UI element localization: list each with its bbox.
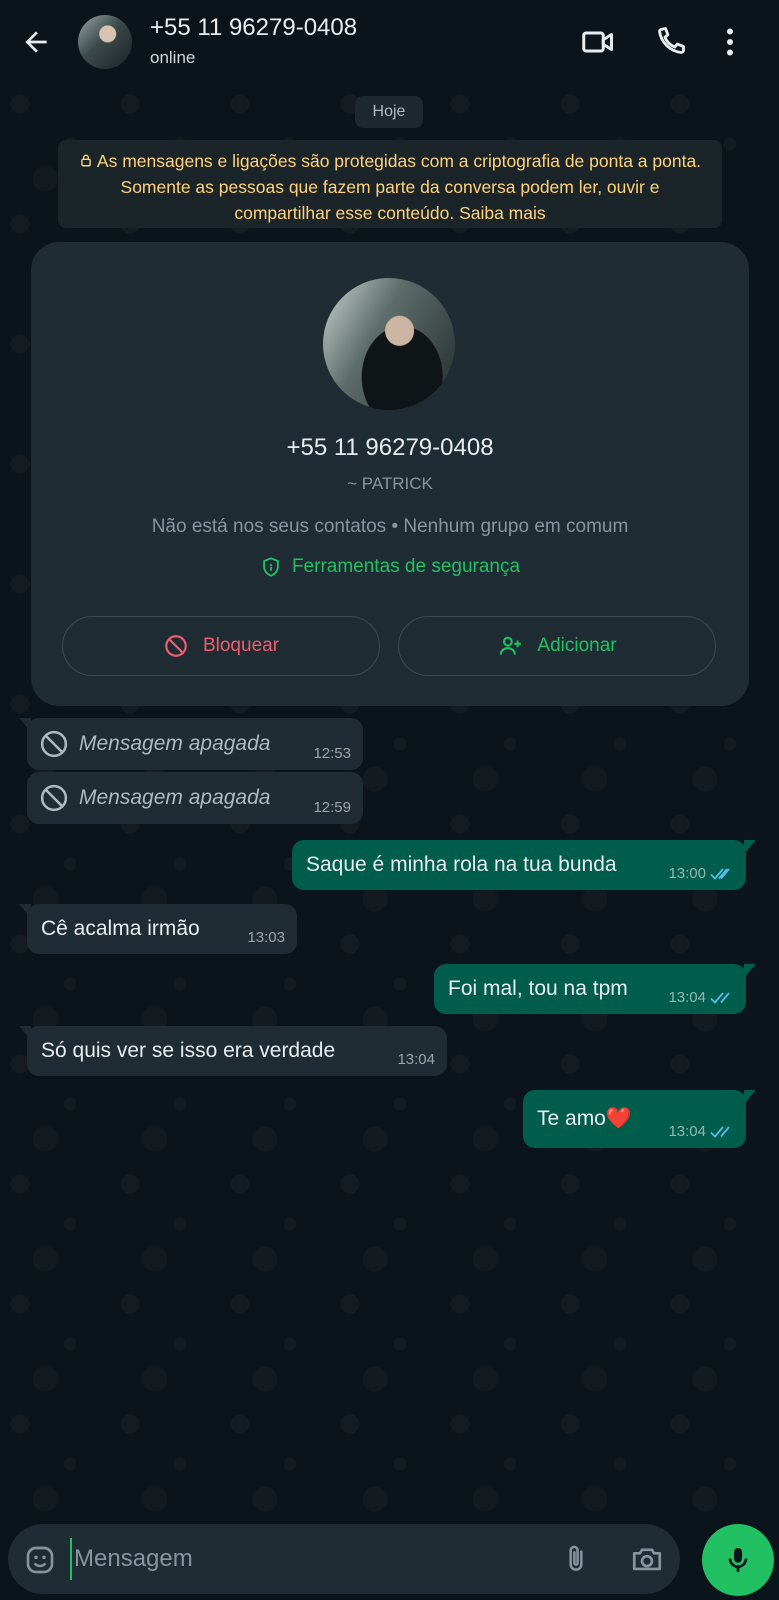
- message-incoming[interactable]: Mensagem apagada 12:53: [27, 718, 363, 770]
- contact-status: online: [150, 48, 196, 67]
- contact-title[interactable]: +55 11 96279-0408: [150, 14, 357, 42]
- contact-avatar[interactable]: [323, 278, 455, 410]
- block-icon: [165, 635, 187, 657]
- add-contact-button[interactable]: Adicionar: [398, 616, 716, 676]
- message-meta: 13:04: [668, 1123, 734, 1140]
- message-meta: 13:00: [668, 865, 734, 882]
- emoji-icon[interactable]: [24, 1544, 56, 1576]
- message-incoming[interactable]: Só quis ver se isso era verdade 13:04: [27, 1026, 447, 1076]
- chat-header: +55 11 96279-0408 online: [0, 0, 779, 84]
- camera-icon[interactable]: [630, 1542, 664, 1576]
- message-text: Te amo❤️: [537, 1107, 633, 1130]
- contact-push-name: ~ PATRICK: [347, 474, 433, 493]
- message-text: Mensagem apagada: [79, 786, 271, 809]
- lock-icon: [81, 154, 91, 167]
- avatar[interactable]: [78, 15, 132, 69]
- message-time: 13:04: [668, 989, 706, 1006]
- message-time: 13:03: [247, 929, 285, 946]
- deleted-icon: [40, 784, 68, 812]
- block-button[interactable]: Bloquear: [62, 616, 380, 676]
- bubble-tail: [744, 1090, 756, 1104]
- message-incoming[interactable]: Mensagem apagada 12:59: [27, 772, 363, 824]
- message-time: 12:53: [313, 745, 351, 762]
- encryption-notice[interactable]: As mensagens e ligações são protegidas c…: [58, 140, 722, 228]
- shield-icon: [263, 557, 279, 577]
- security-tools-label: Ferramentas de segurança: [291, 556, 521, 577]
- bubble-tail: [19, 1026, 31, 1040]
- message-outgoing[interactable]: Saque é minha rola na tua bunda 13:00: [292, 840, 746, 890]
- message-text: Foi mal, tou na tpm: [448, 977, 628, 1000]
- block-label: Bloquear: [202, 635, 280, 656]
- message-composer: [8, 1524, 680, 1594]
- deleted-icon: [40, 730, 68, 758]
- message-text: Mensagem apagada: [79, 732, 271, 755]
- add-label: Adicionar: [537, 635, 617, 656]
- video-call-icon[interactable]: [580, 24, 616, 60]
- security-tools-link[interactable]: Ferramentas de segurança: [31, 556, 749, 578]
- more-vert-icon[interactable]: [712, 24, 748, 60]
- message-text: Só quis ver se isso era verdade: [41, 1039, 336, 1062]
- double-check-icon: [710, 991, 730, 1004]
- message-time: 13:04: [668, 1123, 706, 1140]
- message-text: Cê acalma irmão: [41, 917, 200, 940]
- add-person-icon: [500, 636, 522, 655]
- message-input[interactable]: [70, 1538, 490, 1580]
- mic-icon: [728, 1548, 748, 1572]
- mic-button[interactable]: [702, 1524, 774, 1596]
- message-outgoing[interactable]: Te amo❤️ 13:04: [523, 1090, 746, 1148]
- phone-icon[interactable]: [652, 24, 688, 60]
- bubble-tail: [744, 840, 756, 854]
- bubble-tail: [19, 718, 31, 732]
- message-meta: 13:04: [668, 989, 734, 1006]
- message-time: 13:04: [397, 1051, 435, 1068]
- message-text: Saque é minha rola na tua bunda: [306, 853, 617, 876]
- message-outgoing[interactable]: Foi mal, tou na tpm 13:04: [434, 964, 746, 1014]
- message-time: 12:59: [313, 799, 351, 816]
- double-check-icon: [710, 867, 730, 880]
- message-incoming[interactable]: Cê acalma irmão 13:03: [27, 904, 297, 954]
- contact-info: Não está nos seus contatos • Nenhum grup…: [151, 516, 629, 537]
- contact-card: +55 11 96279-0408 ~ PATRICK Não está nos…: [31, 242, 749, 706]
- double-check-icon: [710, 1125, 730, 1138]
- date-chip: Hoje: [355, 96, 423, 128]
- message-time: 13:00: [668, 865, 706, 882]
- contact-number: +55 11 96279-0408: [286, 434, 494, 461]
- encryption-text: As mensagens e ligações são protegidas c…: [96, 151, 702, 223]
- back-arrow-icon[interactable]: [20, 26, 52, 58]
- attach-icon[interactable]: [560, 1542, 592, 1576]
- bubble-tail: [19, 904, 31, 918]
- bubble-tail: [744, 964, 756, 978]
